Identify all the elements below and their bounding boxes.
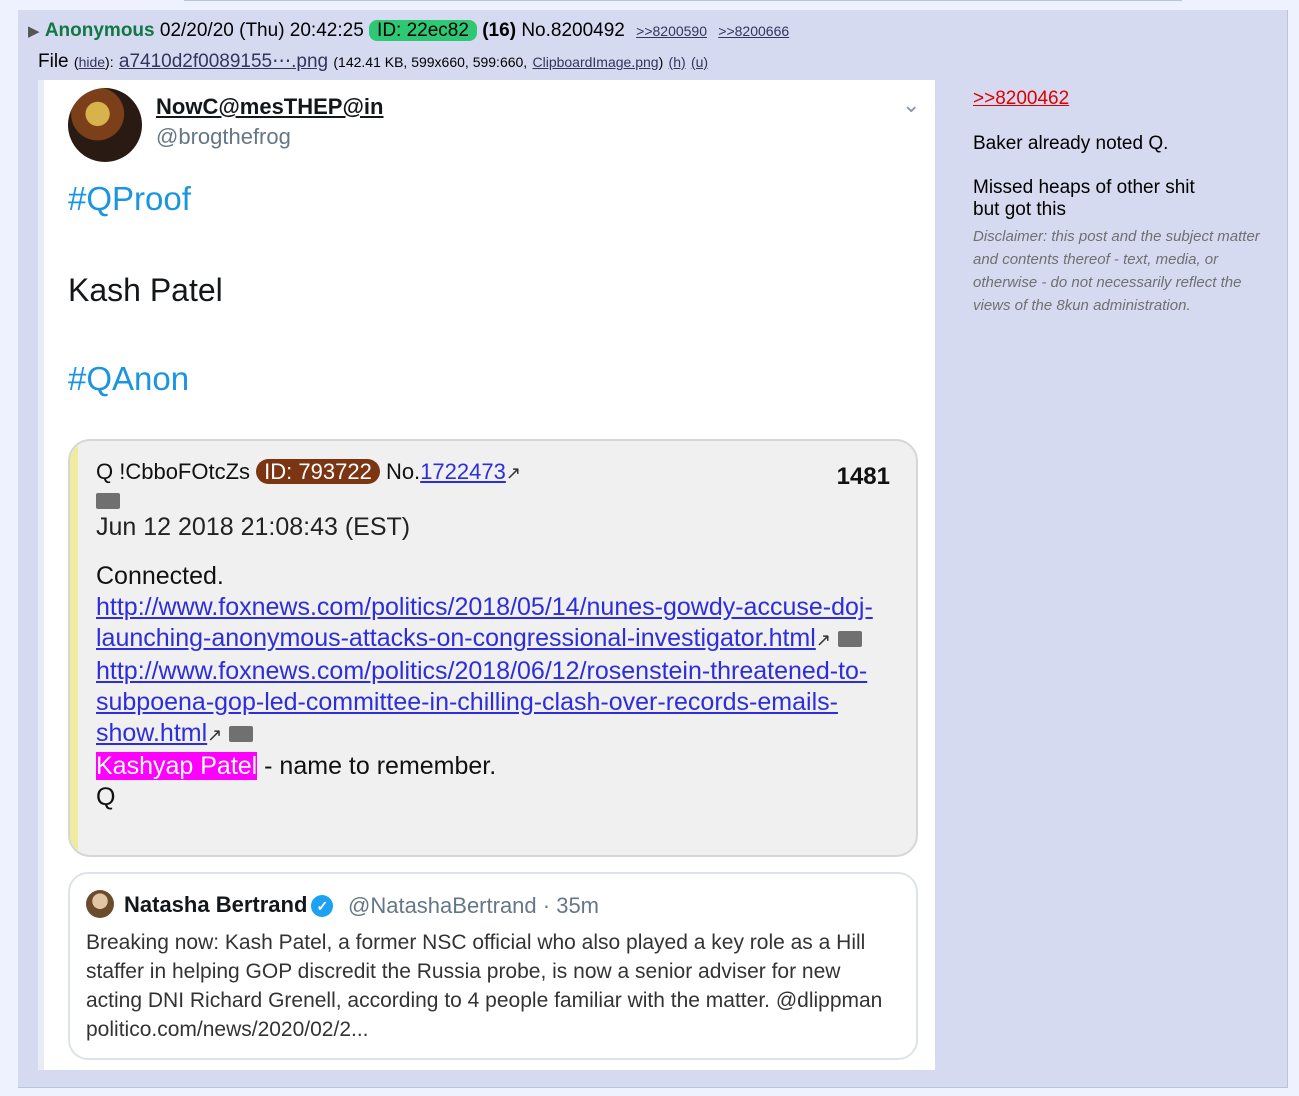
avatar <box>68 88 142 162</box>
hashtag-qanon: #QAnon <box>68 360 190 397</box>
quoted-body: Breaking now: Kash Patel, a former NSC o… <box>86 931 883 1041</box>
tweet-display-name: NowC@mesTHEP@in <box>156 94 384 119</box>
post-number[interactable]: No.8200492 <box>521 20 625 41</box>
comment-line: Baker already noted Q. <box>973 133 1169 154</box>
folder-icon <box>229 726 254 743</box>
post-comment: >>8200462 Baker already noted Q. Missed … <box>973 88 1283 317</box>
verified-icon: ✓ <box>311 895 334 918</box>
post-datetime: 02/20/20 (Thu) 20:42:25 <box>159 20 364 41</box>
q-highlight: Kashyap Patel <box>96 752 258 780</box>
quoted-name: Natasha Bertrand <box>124 892 308 917</box>
q-sign: Q <box>96 783 116 811</box>
quoted-handle: @NatashaBertrand · 35m <box>348 893 600 918</box>
top-divider <box>184 0 1182 1</box>
q-link-1: http://www.foxnews.com/politics/2018/05/… <box>96 593 873 652</box>
q-post-link: 1722473 <box>420 459 506 484</box>
q-no-label: No. <box>385 459 421 484</box>
post-reply: ▶ Anonymous 02/20/20 (Thu) 20:42:25 ID: … <box>18 10 1288 1088</box>
folder-icon <box>837 631 862 648</box>
q-card-accent-bar <box>70 441 78 855</box>
poster-id-badge[interactable]: ID: 22ec82 <box>369 20 477 41</box>
avatar <box>86 890 114 918</box>
q-drop-card: Q !CbboFOtcZs ID: 793722 No.1722473↗ 148… <box>68 439 918 857</box>
quoted-tweet-card: Natasha Bertrand ✓ @NatashaBertrand · 35m… <box>68 872 918 1060</box>
comment-line: but got this <box>973 199 1066 220</box>
disclaimer: Disclaimer: this post and the subject ma… <box>973 228 1260 314</box>
folder-icon <box>96 493 120 509</box>
backlink[interactable]: >>8200590 <box>636 23 707 39</box>
tweet-handle: @brogthefrog <box>156 124 291 149</box>
tweet-text: Kash Patel <box>68 272 223 308</box>
post-count: (16) <box>482 20 517 41</box>
q-connected: Connected. <box>96 562 224 590</box>
file-name-link[interactable]: a7410d2f0089155⋯.png <box>119 51 328 72</box>
external-link-icon: ↗ <box>505 463 521 483</box>
q-card-header: Q !CbboFOtcZs ID: 793722 No.1722473↗ <box>96 459 521 485</box>
hide-link[interactable]: hide <box>79 54 105 70</box>
arrow-icon[interactable]: ▶ <box>28 23 40 40</box>
q-date: Jun 12 2018 21:08:43 (EST) <box>96 513 411 541</box>
file-info: File (hide): a7410d2f0089155⋯.png (142.4… <box>38 51 709 72</box>
backlink[interactable]: >>8200666 <box>718 23 789 39</box>
external-link-icon: ↗ <box>815 630 831 650</box>
post-image[interactable]: NowC@mesTHEP@in @brogthefrog ⌄ #QProof K… <box>38 80 935 1070</box>
reply-link[interactable]: >>8200462 <box>973 88 1283 110</box>
post-intro: ▶ Anonymous 02/20/20 (Thu) 20:42:25 ID: … <box>28 20 789 42</box>
q-id-badge: ID: 793722 <box>256 459 380 484</box>
q-body: Connected. http://www.foxnews.com/politi… <box>96 561 896 813</box>
poster-name: Anonymous <box>44 20 155 41</box>
comment-line: Missed heaps of other shit <box>973 177 1195 198</box>
external-link-icon: ↗ <box>207 725 223 745</box>
q-tripcode: Q !CbboFOtcZs <box>96 459 251 484</box>
u-link[interactable]: (u) <box>691 54 708 70</box>
quoted-name-row: Natasha Bertrand ✓ <box>124 892 334 918</box>
h-link[interactable]: (h) <box>669 54 686 70</box>
hashtag-qproof: #QProof <box>68 180 191 217</box>
file-meta: (142.41 KB, 599x660, 599:660, <box>333 54 528 70</box>
q-after-highlight: - name to remember. <box>257 752 497 780</box>
original-filename-link[interactable]: ClipboardImage.png <box>532 54 658 70</box>
chevron-down-icon: ⌄ <box>902 92 921 117</box>
q-drop-number: 1481 <box>836 463 890 490</box>
file-label: File <box>38 51 69 72</box>
